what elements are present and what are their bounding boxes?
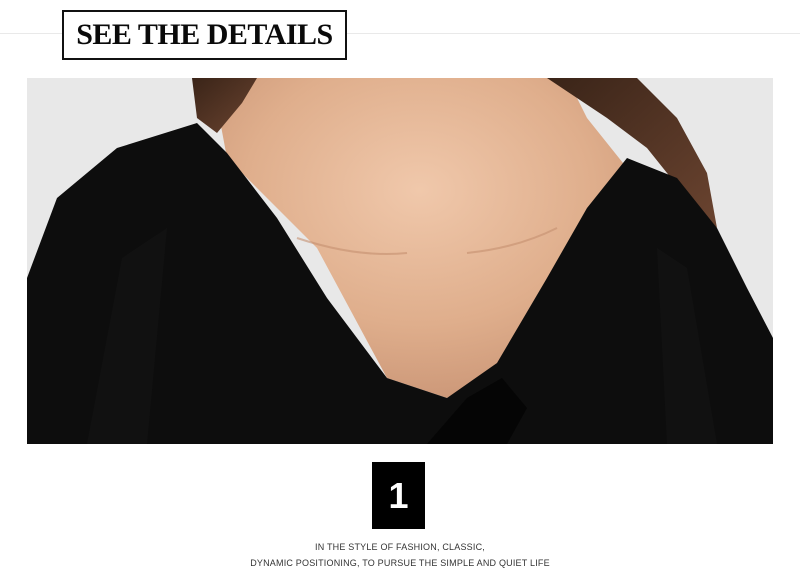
- detail-number-badge: 1: [372, 462, 425, 529]
- detail-number: 1: [388, 474, 409, 516]
- section-title-box: SEE THE DETAILS: [62, 10, 347, 60]
- detail-caption-line-1: IN THE STYLE OF FASHION, CLASSIC,: [315, 542, 485, 552]
- detail-caption-line-2: DYNAMIC POSITIONING, TO PURSUE THE SIMPL…: [250, 558, 550, 568]
- product-detail-photo: [27, 78, 773, 444]
- section-title: SEE THE DETAILS: [76, 18, 333, 51]
